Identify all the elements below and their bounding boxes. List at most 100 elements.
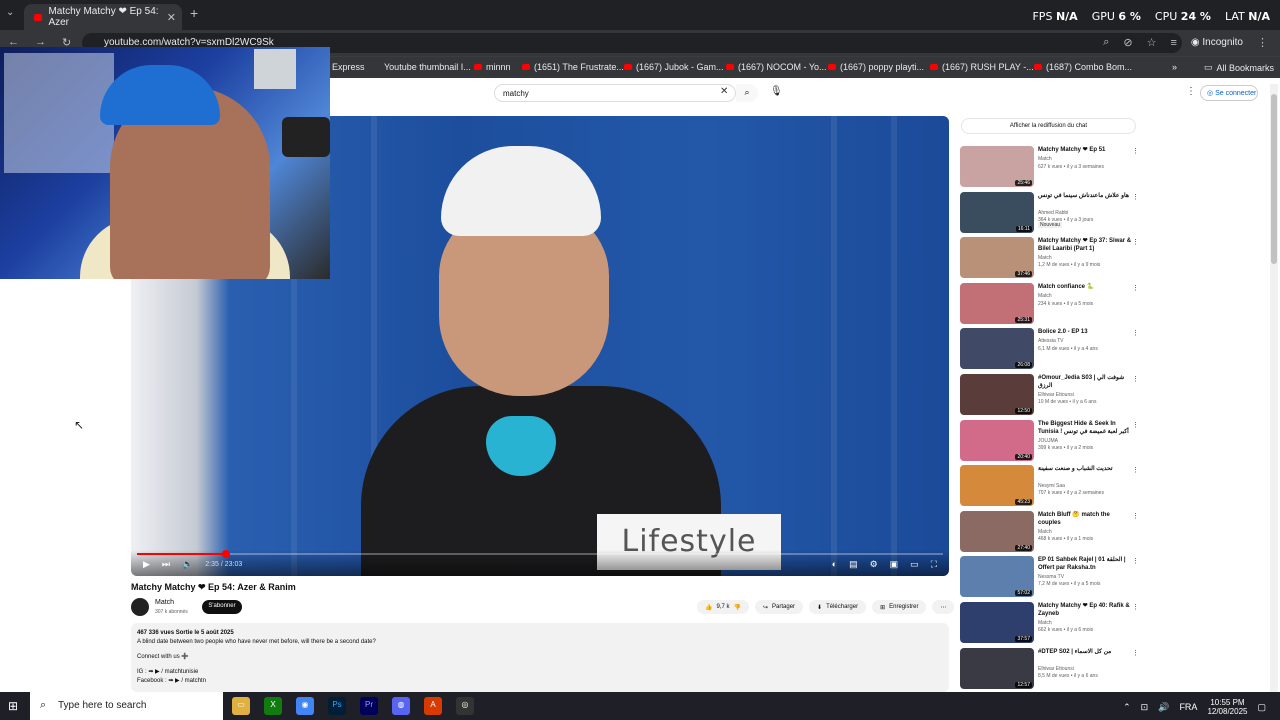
recommendation-channel[interactable]: Nesymi Saa bbox=[1038, 483, 1065, 489]
pdf-app-icon[interactable]: A bbox=[424, 697, 442, 715]
progress-bar[interactable] bbox=[137, 550, 943, 558]
recommendation-item[interactable]: 12:57 #DTEP S02 | من كل الاسماء Elhiwar Et… bbox=[960, 648, 1140, 690]
xbox-icon[interactable]: X bbox=[264, 697, 282, 715]
autoplay-toggle-icon[interactable]: ◐ bbox=[832, 559, 837, 570]
incognito-indicator[interactable]: ◉ Incognito bbox=[1191, 37, 1243, 48]
photoshop-icon[interactable]: Ps bbox=[328, 697, 346, 715]
more-options-icon[interactable]: ⋮ bbox=[1132, 329, 1139, 337]
more-options-icon[interactable]: ⋮ bbox=[1132, 147, 1139, 155]
more-options-icon[interactable]: ⋮ bbox=[1132, 375, 1139, 383]
bookmark-item[interactable]: (1687) Combo Bom... bbox=[1034, 62, 1132, 72]
windows-start-icon[interactable]: ⊞ bbox=[8, 699, 18, 713]
recommendation-channel[interactable]: Match bbox=[1038, 293, 1052, 299]
menu-icon[interactable]: ⋮ bbox=[1257, 36, 1268, 49]
microphone-icon[interactable]: 🎙 bbox=[770, 86, 783, 97]
bookmark-item[interactable]: (1667) Jubok - Gam... bbox=[624, 62, 724, 72]
channel-avatar[interactable] bbox=[131, 598, 149, 616]
tab-search-icon[interactable]: ⌄ bbox=[6, 7, 14, 18]
bookmark-item[interactable]: Youtube thumbnail I... bbox=[384, 62, 471, 72]
chat-replay-button[interactable]: Afficher la rediffusion du chat bbox=[961, 118, 1136, 134]
recommendation-channel[interactable]: Match bbox=[1038, 156, 1052, 162]
recommendation-title[interactable]: #Omour_Jedia S03 | شوفت الي الرزق bbox=[1038, 374, 1132, 390]
network-icon[interactable]: ⊡ bbox=[1141, 702, 1149, 713]
recommendation-title[interactable]: Bolice 2.0 - EP 13 bbox=[1038, 328, 1132, 336]
recommendation-channel[interactable]: Elhiwar Ettounsi bbox=[1038, 666, 1074, 672]
fullscreen-icon[interactable]: ⛶ bbox=[931, 559, 937, 570]
recommendation-item[interactable]: 27:40 Match Bluff 🤔 match the couples Matc… bbox=[960, 511, 1140, 553]
recommendation-item[interactable]: 57:02 EP 01 Sahbek Rajel | الحلقة 01 | Of… bbox=[960, 556, 1140, 598]
more-options-icon[interactable]: ⋮ bbox=[1132, 557, 1139, 565]
file-explorer-icon[interactable]: ▭ bbox=[232, 697, 250, 715]
more-options-icon[interactable]: ⋮ bbox=[1132, 421, 1139, 429]
volume-icon[interactable]: 🔈 bbox=[182, 559, 193, 570]
play-icon[interactable]: ▶ bbox=[143, 559, 150, 570]
search-button[interactable]: ⌕ bbox=[736, 84, 758, 102]
bookmark-item[interactable]: (1651) The Frustrate... bbox=[522, 62, 624, 72]
search-input[interactable]: matchy bbox=[494, 84, 736, 102]
bookmark-star-icon[interactable]: ☆ bbox=[1147, 36, 1157, 49]
like-button[interactable]: 👍 9,7 k 👎 bbox=[697, 600, 749, 614]
subtitles-icon[interactable]: ▤ bbox=[849, 559, 858, 570]
recommendation-item[interactable]: 25:31 Match confiance 🐍 Match 234 k vues • … bbox=[960, 283, 1140, 325]
description-box[interactable]: 467 336 vues Sortie le 5 août 2025 A bli… bbox=[131, 623, 949, 692]
zoom-icon[interactable]: ⌕ bbox=[1103, 36, 1109, 49]
more-actions-button[interactable]: ⋯ bbox=[932, 600, 955, 614]
recommendation-channel[interactable]: JOUJMA bbox=[1038, 438, 1058, 444]
taskbar-search-input[interactable]: Type here to search bbox=[30, 692, 223, 720]
recommendation-item[interactable]: 16:11 هاو علاش ماعندناش سينما في تونس Ahme… bbox=[960, 192, 1140, 234]
bookmark-item[interactable]: (1667) poppy playti... bbox=[828, 62, 924, 72]
more-options-icon[interactable]: ⋮ bbox=[1132, 193, 1139, 201]
chrome-icon[interactable]: ◉ bbox=[296, 697, 314, 715]
recommendation-title[interactable]: Match confiance 🐍 bbox=[1038, 283, 1132, 291]
progress-knob[interactable] bbox=[221, 550, 230, 558]
media-icon[interactable]: ≡ bbox=[1170, 37, 1176, 49]
scrollbar-thumb[interactable] bbox=[1271, 94, 1277, 264]
notifications-icon[interactable]: ▢ bbox=[1257, 702, 1266, 713]
bookmark-item[interactable]: (1667) RUSH PLAY -... bbox=[930, 62, 1034, 72]
recommendation-title[interactable]: #DTEP S02 | من كل الاسماء bbox=[1038, 648, 1132, 656]
recommendation-item[interactable]: 37:57 Matchy Matchy ❤ Ep 40: Rafik & Zayn… bbox=[960, 602, 1140, 644]
scrollbar[interactable] bbox=[1270, 84, 1278, 692]
recommendation-item[interactable]: 12:50 #Omour_Jedia S03 | شوفت الي الرزق El… bbox=[960, 374, 1140, 416]
save-button[interactable]: ⊞ Enregistrer bbox=[872, 600, 927, 614]
recommendation-title[interactable]: The Biggest Hide & Seek In Tunisia ! أكب… bbox=[1038, 420, 1132, 436]
description-link[interactable]: IG : ➡ ▶ / matchtunisie bbox=[137, 668, 943, 677]
bookmark-item[interactable]: Express bbox=[332, 62, 365, 72]
close-icon[interactable]: ✕ bbox=[167, 11, 176, 24]
miniplayer-icon[interactable]: ▣ bbox=[890, 559, 899, 570]
tab-active[interactable]: Matchy Matchy ❤ Ep 54: Azer ✕ bbox=[24, 4, 182, 30]
new-tab-button[interactable]: + bbox=[190, 5, 198, 21]
recommendation-channel[interactable]: Elhiwar Ettounsi bbox=[1038, 392, 1074, 398]
recommendation-item[interactable]: 45:23 تحديت الشباب و صنعت سفينة Nesymi Saa… bbox=[960, 465, 1140, 507]
clock[interactable]: 10:55 PM 12/08/2025 bbox=[1207, 698, 1247, 716]
more-options-icon[interactable]: ⋮ bbox=[1132, 603, 1139, 611]
download-button[interactable]: ⬇ Télécharger bbox=[809, 600, 867, 614]
recommendation-title[interactable]: هاو علاش ماعندناش سينما في تونس bbox=[1038, 192, 1132, 200]
more-options-icon[interactable]: ⋮ bbox=[1132, 284, 1139, 292]
volume-icon[interactable]: 🔊 bbox=[1158, 702, 1169, 713]
recommendation-item[interactable]: 26:08 Bolice 2.0 - EP 13 Attessia TV 6,1 M … bbox=[960, 328, 1140, 370]
eye-off-icon[interactable]: ⊘ bbox=[1123, 36, 1132, 49]
channel-name[interactable]: Match bbox=[155, 599, 174, 606]
recommendation-title[interactable]: Match Bluff 🤔 match the couples bbox=[1038, 511, 1132, 527]
language-indicator[interactable]: FRA bbox=[1179, 702, 1197, 712]
bookmark-item[interactable]: minnn bbox=[474, 62, 511, 72]
all-bookmarks[interactable]: ▭ All Bookmarks bbox=[1204, 62, 1274, 73]
recommendation-channel[interactable]: Match bbox=[1038, 620, 1052, 626]
recommendation-channel[interactable]: Attessia TV bbox=[1038, 338, 1063, 344]
share-button[interactable]: ↪ Partager bbox=[754, 600, 804, 614]
recommendation-channel[interactable]: Nessma TV bbox=[1038, 574, 1064, 580]
recommendation-title[interactable]: Matchy Matchy ❤ Ep 51 bbox=[1038, 146, 1132, 154]
recommendation-title[interactable]: تحديت الشباب و صنعت سفينة bbox=[1038, 465, 1132, 473]
chevron-up-icon[interactable]: ⌃ bbox=[1123, 702, 1131, 713]
discord-icon[interactable]: ◍ bbox=[392, 697, 410, 715]
recommendation-title[interactable]: EP 01 Sahbek Rajel | الحلقة 01 | Offert … bbox=[1038, 556, 1132, 572]
subscribe-button[interactable]: S'abonner bbox=[202, 600, 242, 614]
more-options-icon[interactable]: ⋮ bbox=[1132, 649, 1139, 657]
bookmark-item[interactable]: (1667) NOCOM - Yo... bbox=[726, 62, 827, 72]
recommendation-channel[interactable]: Match bbox=[1038, 529, 1052, 535]
premiere-icon[interactable]: Pr bbox=[360, 697, 378, 715]
obs-icon[interactable]: ◎ bbox=[456, 697, 474, 715]
clear-search-icon[interactable]: ✕ bbox=[720, 86, 728, 97]
theater-icon[interactable]: ▭ bbox=[910, 559, 919, 570]
